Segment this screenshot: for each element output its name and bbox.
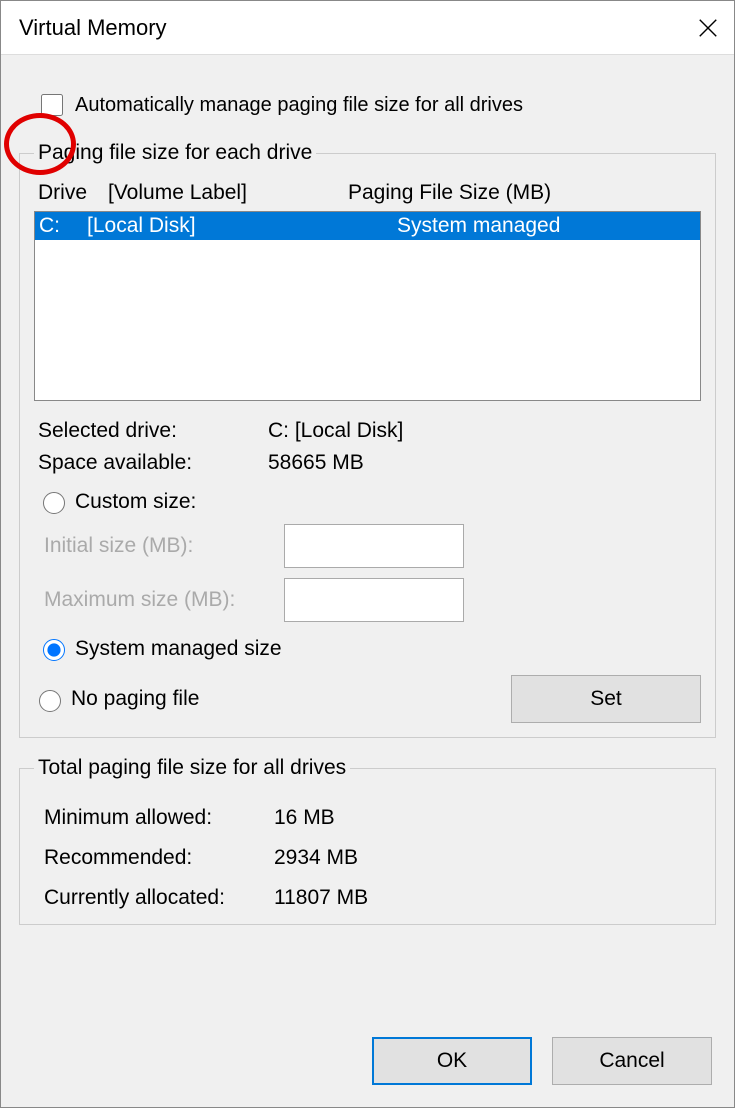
custom-size-radio[interactable] bbox=[43, 492, 65, 514]
set-button[interactable]: Set bbox=[511, 675, 701, 723]
initial-size-row: Initial size (MB): bbox=[44, 524, 701, 568]
selected-drive-value: C: [Local Disk] bbox=[268, 419, 701, 443]
content-area: Automatically manage paging file size fo… bbox=[1, 55, 734, 1019]
min-allowed-label: Minimum allowed: bbox=[44, 806, 274, 830]
no-paging-radio[interactable] bbox=[39, 690, 61, 712]
group1-legend: Paging file size for each drive bbox=[34, 141, 316, 165]
dialog-button-bar: OK Cancel bbox=[1, 1019, 734, 1107]
min-allowed-value: 16 MB bbox=[274, 806, 701, 830]
maximum-size-row: Maximum size (MB): bbox=[44, 578, 701, 622]
window-title: Virtual Memory bbox=[19, 15, 167, 41]
auto-manage-checkbox[interactable] bbox=[41, 94, 63, 116]
drive-row[interactable]: C: [Local Disk] System managed bbox=[35, 212, 700, 240]
auto-manage-label: Automatically manage paging file size fo… bbox=[75, 94, 523, 117]
currently-allocated-label: Currently allocated: bbox=[44, 886, 274, 910]
no-paging-and-set-row: No paging file Set bbox=[34, 675, 701, 723]
space-available-row: Space available: 58665 MB bbox=[38, 451, 701, 475]
initial-size-label: Initial size (MB): bbox=[44, 534, 284, 558]
recommended-row: Recommended: 2934 MB bbox=[44, 846, 701, 870]
system-managed-label: System managed size bbox=[75, 637, 282, 661]
maximum-size-input[interactable] bbox=[284, 578, 464, 622]
maximum-size-label: Maximum size (MB): bbox=[44, 588, 284, 612]
selected-drive-label: Selected drive: bbox=[38, 419, 268, 443]
recommended-value: 2934 MB bbox=[274, 846, 701, 870]
cancel-button[interactable]: Cancel bbox=[552, 1037, 712, 1085]
currently-allocated-value: 11807 MB bbox=[274, 886, 701, 910]
total-paging-group: Total paging file size for all drives Mi… bbox=[19, 756, 716, 925]
header-drive: Drive bbox=[38, 181, 108, 205]
ok-button[interactable]: OK bbox=[372, 1037, 532, 1085]
drive-list-header: Drive [Volume Label] Paging File Size (M… bbox=[34, 175, 701, 211]
virtual-memory-dialog: Virtual Memory Automatically manage pagi… bbox=[0, 0, 735, 1108]
group2-legend: Total paging file size for all drives bbox=[34, 756, 350, 780]
titlebar: Virtual Memory bbox=[1, 1, 734, 55]
drive-row-size: System managed bbox=[397, 214, 696, 238]
custom-size-label: Custom size: bbox=[75, 490, 196, 514]
min-allowed-row: Minimum allowed: 16 MB bbox=[44, 806, 701, 830]
header-volume: [Volume Label] bbox=[108, 181, 348, 205]
no-paging-option[interactable]: No paging file bbox=[34, 687, 199, 712]
drive-list[interactable]: C: [Local Disk] System managed bbox=[34, 211, 701, 401]
drive-row-volume: [Local Disk] bbox=[87, 214, 397, 238]
system-managed-option[interactable]: System managed size bbox=[38, 636, 701, 661]
custom-size-option[interactable]: Custom size: bbox=[38, 489, 701, 514]
header-size: Paging File Size (MB) bbox=[348, 181, 697, 205]
space-available-value: 58665 MB bbox=[268, 451, 701, 475]
paging-file-per-drive-group: Paging file size for each drive Drive [V… bbox=[19, 141, 716, 738]
auto-manage-row: Automatically manage paging file size fo… bbox=[37, 91, 716, 119]
selected-drive-row: Selected drive: C: [Local Disk] bbox=[38, 419, 701, 443]
drive-row-letter: C: bbox=[39, 214, 87, 238]
space-available-label: Space available: bbox=[38, 451, 268, 475]
no-paging-label: No paging file bbox=[71, 687, 199, 711]
initial-size-input[interactable] bbox=[284, 524, 464, 568]
close-icon[interactable] bbox=[697, 17, 719, 39]
recommended-label: Recommended: bbox=[44, 846, 274, 870]
system-managed-radio[interactable] bbox=[43, 639, 65, 661]
currently-allocated-row: Currently allocated: 11807 MB bbox=[44, 886, 701, 910]
